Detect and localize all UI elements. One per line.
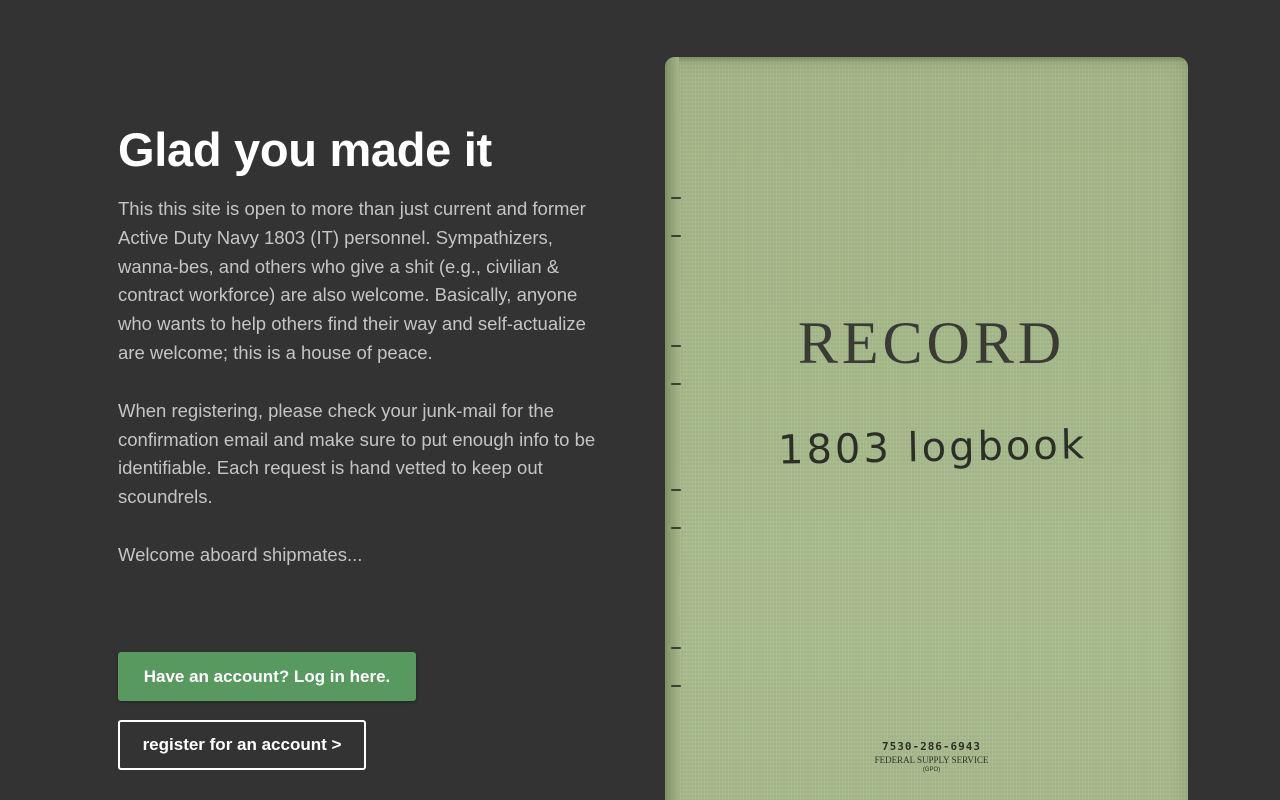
spine-stitch (671, 489, 681, 491)
cover-title: RECORD (797, 310, 1066, 376)
cover-publisher: (GPO) (922, 767, 941, 773)
cover-supplier: FEDERAL SUPPLY SERVICE (874, 755, 989, 765)
spine-stitch (671, 685, 681, 687)
spine-stitch (671, 527, 681, 529)
page-title: Glad you made it (118, 123, 492, 176)
spine-stitch (671, 235, 681, 237)
spine-stitch (671, 383, 681, 385)
landing-page: Glad you made it This this site is open … (0, 0, 1280, 800)
cover-stock-number: 7530-286-6943 (881, 740, 982, 753)
logbook-cover-image: RECORD 1803 logbook 7530-286-6943 FEDERA… (665, 57, 1188, 800)
intro-paragraph-3: Welcome aboard shipmates... (118, 543, 363, 565)
login-button[interactable]: Have an account? Log in here. (118, 652, 416, 701)
intro-section: Glad you made it This this site is open … (118, 122, 598, 570)
register-button[interactable]: register for an account > (118, 720, 366, 770)
intro-paragraph-1: This this site is open to more than just… (118, 198, 586, 363)
spine-stitch (671, 197, 681, 199)
cover-top-edge (665, 57, 1188, 63)
spine-stitch (671, 647, 681, 649)
cover-handwritten-label: 1803 logbook (777, 422, 1088, 474)
intro-paragraph-2: When registering, please check your junk… (118, 399, 596, 508)
